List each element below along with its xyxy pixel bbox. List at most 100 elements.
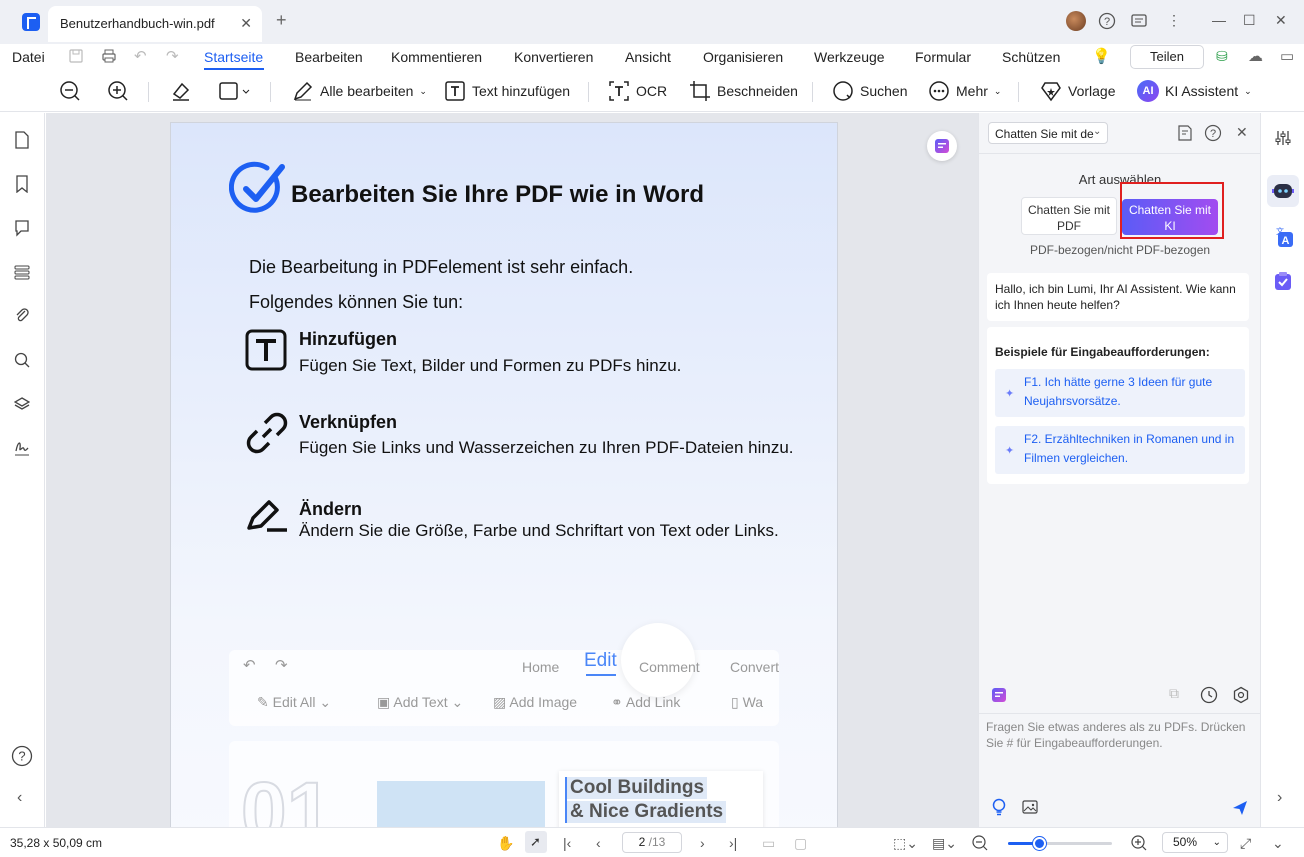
search-icon[interactable] xyxy=(14,351,30,369)
prev-page-icon[interactable]: ‹ xyxy=(596,835,601,851)
example-prompt[interactable]: ✦ F1. Ich hätte gerne 3 Ideen für gute N… xyxy=(995,369,1245,417)
bookmark-icon[interactable] xyxy=(14,175,30,193)
tab-close-icon[interactable]: ✕ xyxy=(240,15,252,32)
shape-rectangle-icon[interactable] xyxy=(218,80,252,102)
zoom-in-icon[interactable] xyxy=(1131,835,1147,851)
chevron-down-icon: ⌄ xyxy=(993,85,1002,96)
sparkle-icon: ✦ xyxy=(1005,388,1015,400)
ocr-button[interactable]: OCR xyxy=(608,80,667,102)
expand-down-icon[interactable]: ⌄ xyxy=(1272,835,1284,852)
prompt-bulb-icon[interactable] xyxy=(991,798,1007,816)
expand-panel-icon[interactable]: › xyxy=(1277,789,1282,807)
menu-file[interactable]: Datei xyxy=(12,49,45,65)
lightbulb-icon[interactable]: 💡 xyxy=(1092,47,1111,65)
zoom-out-icon[interactable] xyxy=(59,80,81,102)
menu-kommentieren[interactable]: Kommentieren xyxy=(391,49,482,65)
settings-hex-icon[interactable] xyxy=(1232,686,1250,704)
page-thumbnail-icon[interactable] xyxy=(14,131,30,149)
mock-wa-label: Wa xyxy=(742,694,764,710)
menu-konvertieren[interactable]: Konvertieren xyxy=(514,49,593,65)
page-layout-icon[interactable]: ▤⌄ xyxy=(932,835,957,852)
example-prompt-text: F1. Ich hätte gerne 3 Ideen für gute Neu… xyxy=(1024,375,1213,408)
chat-mode-dropdown[interactable]: Chatten Sie mit de xyxy=(988,122,1108,144)
share-button[interactable]: Teilen xyxy=(1130,45,1204,69)
ai-logo-icon[interactable] xyxy=(991,687,1007,703)
search-button[interactable]: Suchen xyxy=(832,80,907,102)
chat-input-placeholder: Fragen Sie etwas anderes als zu PDFs. Dr… xyxy=(986,720,1246,750)
page-number-input[interactable]: 2 /13 xyxy=(622,832,682,853)
ai-robot-tab[interactable] xyxy=(1267,175,1299,207)
panel-toggle-icon[interactable]: ▭ xyxy=(1280,47,1294,65)
new-tab-icon[interactable]: + xyxy=(276,10,287,31)
example-prompt[interactable]: ✦ F2. Erzähltechniken in Romanen und in … xyxy=(995,426,1245,474)
attachment-icon[interactable] xyxy=(14,307,30,325)
edit-pen-icon xyxy=(293,81,313,101)
cloud-sync-icon[interactable]: ⛁ xyxy=(1216,48,1228,65)
zoom-level-select[interactable]: 50% ⌄ xyxy=(1162,832,1228,853)
more-button[interactable]: Mehr ⌄ xyxy=(928,80,1001,102)
chat-input-area[interactable]: Fragen Sie etwas anderes als zu PDFs. Dr… xyxy=(979,713,1261,827)
message-icon[interactable] xyxy=(1130,12,1148,30)
copy-icon[interactable]: ⧉ xyxy=(1169,685,1179,702)
fullscreen-icon[interactable]: ⤢ xyxy=(1240,835,1251,852)
template-button[interactable]: Vorlage xyxy=(1040,80,1115,102)
close-window-icon[interactable]: ✕ xyxy=(1275,12,1287,29)
select-tool-button[interactable]: ➚ xyxy=(525,831,547,853)
send-icon[interactable] xyxy=(1231,799,1249,817)
hand-tool-icon[interactable]: ✋ xyxy=(497,835,514,852)
edit-all-button[interactable]: Alle bearbeiten ⌄ xyxy=(292,80,427,102)
help-icon[interactable]: ? xyxy=(1204,124,1222,142)
translate-icon[interactable]: A文 xyxy=(1272,226,1294,248)
signature-icon[interactable] xyxy=(14,439,30,457)
menu-ansicht[interactable]: Ansicht xyxy=(625,49,671,65)
upload-cloud-icon[interactable]: ☁ xyxy=(1248,47,1263,65)
menu-organisieren[interactable]: Organisieren xyxy=(703,49,783,65)
last-page-icon[interactable]: ›| xyxy=(729,835,737,851)
mock-tab-convert: Convert xyxy=(730,659,779,675)
menu-formular[interactable]: Formular xyxy=(915,49,971,65)
menu-werkzeuge[interactable]: Werkzeuge xyxy=(814,49,885,65)
zoom-in-icon[interactable] xyxy=(107,80,129,102)
history-clock-icon[interactable] xyxy=(1200,686,1218,704)
image-upload-icon[interactable] xyxy=(1022,799,1040,815)
menu-bearbeiten[interactable]: Bearbeiten xyxy=(295,49,363,65)
zoom-slider[interactable] xyxy=(1008,837,1112,850)
print-icon[interactable] xyxy=(101,48,117,64)
undo-icon[interactable]: ↶ xyxy=(134,47,147,65)
selection-mode-icon[interactable]: ⬚⌄ xyxy=(893,835,918,852)
help-icon[interactable]: ? xyxy=(11,745,33,767)
toolbar-divider xyxy=(1018,82,1019,102)
fit-page-icon[interactable]: ▭ xyxy=(762,835,775,852)
comment-icon[interactable] xyxy=(14,219,30,237)
first-page-icon[interactable]: |‹ xyxy=(563,835,571,851)
close-panel-icon[interactable]: ✕ xyxy=(1236,124,1248,141)
maximize-icon[interactable]: ☐ xyxy=(1243,12,1256,29)
avatar[interactable] xyxy=(1066,11,1086,31)
zoom-slider-handle[interactable] xyxy=(1033,837,1047,850)
menu-startseite[interactable]: Startseite xyxy=(204,49,263,65)
more-options-icon[interactable]: ⋮ xyxy=(1167,12,1181,29)
rotate-icon[interactable]: ▢ xyxy=(794,835,807,852)
minimize-icon[interactable]: — xyxy=(1212,12,1226,28)
ai-assistant-button[interactable]: AI KI Assistent ⌄ xyxy=(1137,80,1252,102)
toolbar: Alle bearbeiten ⌄ Text hinzufügen OCR Bes… xyxy=(0,70,1304,112)
search-label: Suchen xyxy=(860,83,908,99)
redo-icon[interactable]: ↷ xyxy=(166,47,179,65)
zoom-out-icon[interactable] xyxy=(972,835,988,851)
fields-icon[interactable] xyxy=(14,263,30,281)
highlighter-icon[interactable] xyxy=(170,80,192,102)
chat-with-pdf-option[interactable]: Chatten Sie mit PDF xyxy=(1021,197,1117,235)
add-text-button[interactable]: Text hinzufügen xyxy=(444,80,570,102)
task-check-icon[interactable] xyxy=(1273,271,1293,291)
crop-button[interactable]: Beschneiden xyxy=(689,80,798,102)
collapse-sidebar-icon[interactable]: ‹ xyxy=(17,789,22,807)
help-icon[interactable]: ? xyxy=(1098,12,1116,30)
layers-icon[interactable] xyxy=(14,395,30,413)
properties-sliders-icon[interactable] xyxy=(1274,129,1292,147)
document-tab[interactable]: Benutzerhandbuch-win.pdf ✕ xyxy=(48,6,262,42)
next-page-icon[interactable]: › xyxy=(700,835,705,851)
menu-schuetzen[interactable]: Schützen xyxy=(1002,49,1060,65)
save-icon[interactable] xyxy=(68,48,84,64)
ai-floating-button[interactable] xyxy=(927,131,957,161)
history-doc-icon[interactable] xyxy=(1176,124,1194,142)
